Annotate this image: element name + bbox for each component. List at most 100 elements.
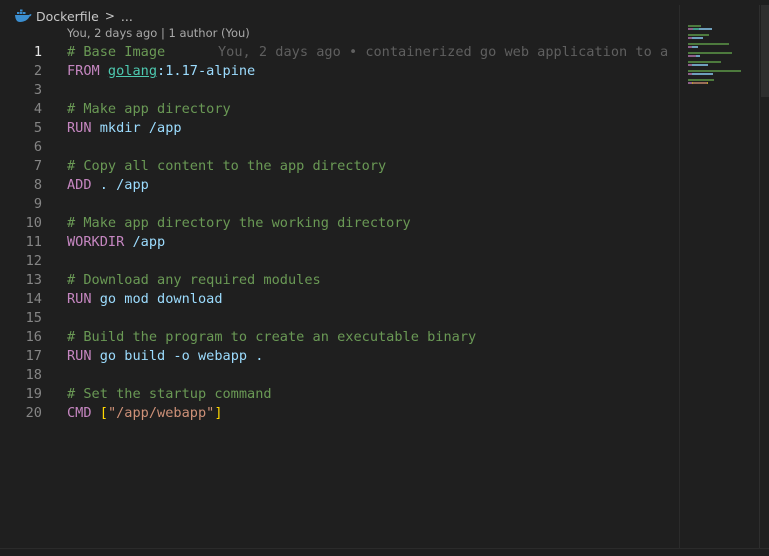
line-number: 15 (25, 310, 42, 326)
code-line[interactable]: 13 # Download any required modules (0, 271, 678, 290)
line-number: 9 (33, 196, 42, 212)
code-token: go build -o webapp . (99, 348, 264, 364)
minimap-line (688, 61, 721, 63)
line-number: 16 (25, 329, 42, 345)
minimap-line (688, 52, 732, 54)
minimap-line (688, 79, 714, 81)
code-line[interactable]: 6 (0, 138, 678, 157)
line-code[interactable]: RUN go mod download (67, 290, 223, 309)
line-code[interactable]: ADD . /app (67, 176, 149, 195)
minimap-line (688, 43, 729, 45)
code-token: FROM (67, 63, 108, 79)
scrollbar-thumb[interactable] (761, 5, 769, 97)
line-number: 2 (33, 63, 42, 79)
code-token: # Download any required modules (67, 272, 321, 288)
line-number: 3 (33, 82, 42, 98)
code-token: # Copy all content to the app directory (67, 158, 387, 174)
minimap-line (692, 37, 703, 39)
code-line[interactable]: 2 FROM golang:1.17-alpine (0, 62, 678, 81)
line-code[interactable]: CMD ["/app/webapp"] (67, 404, 223, 423)
code-line[interactable]: 11 WORKDIR /app (0, 233, 678, 252)
code-line[interactable]: 7 # Copy all content to the app directory (0, 157, 678, 176)
minimap-line (707, 82, 708, 84)
line-code[interactable]: # Base Image (67, 43, 165, 62)
code-line[interactable]: 10 # Make app directory the working direc… (0, 214, 678, 233)
code-token: ADD (67, 177, 100, 193)
code-line[interactable]: 18 (0, 366, 678, 385)
code-line[interactable]: 8 ADD . /app (0, 176, 678, 195)
code-editor[interactable]: 1 # Base Image You, 2 days ago • container… (0, 43, 678, 443)
code-line[interactable]: 12 (0, 252, 678, 271)
line-code[interactable]: # Copy all content to the app directory (67, 157, 386, 176)
code-line[interactable]: 3 (0, 81, 678, 100)
breadcrumb-file-name[interactable]: Dockerfile (36, 9, 99, 24)
line-number: 1 (33, 44, 42, 60)
code-token: :1.17-alpine (157, 63, 256, 79)
line-code[interactable]: RUN go build -o webapp . (67, 347, 263, 366)
minimap-line (696, 55, 700, 57)
code-line[interactable]: 1 # Base Image You, 2 days ago • container… (0, 43, 678, 62)
code-token: # Base Image (67, 44, 166, 60)
code-line[interactable]: 19 # Set the startup command (0, 385, 678, 404)
line-code[interactable]: # Make app directory the working directo… (67, 214, 411, 233)
line-number: 18 (25, 367, 42, 383)
code-line[interactable]: 16 # Build the program to create an execu… (0, 328, 678, 347)
line-number: 7 (33, 158, 42, 174)
code-token: [ (99, 405, 108, 421)
line-code[interactable]: WORKDIR /app (67, 233, 165, 252)
line-number: 19 (25, 386, 42, 402)
minimap-line (688, 55, 696, 57)
code-token: go mod download (99, 291, 223, 307)
code-line[interactable]: 9 (0, 195, 678, 214)
inline-blame-annotation: You, 2 days ago • containerized go web a… (218, 44, 669, 60)
code-token: RUN (67, 348, 100, 364)
minimap-line (688, 34, 709, 36)
code-token: WORKDIR (67, 234, 133, 250)
git-blame-codelens[interactable]: You, 2 days ago | 1 author (You) (67, 26, 250, 42)
code-token: # Set the startup command (67, 386, 272, 402)
code-token: RUN (67, 291, 100, 307)
line-code[interactable]: # Set the startup command (67, 385, 272, 404)
minimap-line (692, 46, 698, 48)
minimap-line (693, 82, 707, 84)
code-line[interactable]: 14 RUN go mod download (0, 290, 678, 309)
line-code[interactable]: # Build the program to create an executa… (67, 328, 476, 347)
tab-bar-edge (0, 0, 769, 5)
line-number: 14 (25, 291, 42, 307)
code-token: golang (107, 63, 158, 79)
vertical-scrollbar[interactable] (759, 5, 769, 548)
line-number: 17 (25, 348, 42, 364)
breadcrumb-separator: > (104, 9, 115, 23)
code-line[interactable]: 4 # Make app directory (0, 100, 678, 119)
line-code[interactable]: FROM golang:1.17-alpine (67, 62, 255, 81)
line-code[interactable]: # Make app directory (67, 100, 231, 119)
code-token: /app (132, 234, 166, 250)
code-token: mkdir /app (99, 120, 182, 136)
line-number: 11 (25, 234, 42, 250)
code-line[interactable]: 15 (0, 309, 678, 328)
line-number: 20 (25, 405, 42, 421)
minimap-line (699, 28, 712, 30)
docker-whale-icon (14, 9, 32, 23)
code-token: # Make app directory the working directo… (67, 215, 411, 231)
breadcrumb-ellipsis[interactable]: ... (121, 9, 133, 24)
minimap-line (692, 73, 713, 75)
line-code[interactable]: # Download any required modules (67, 271, 321, 290)
minimap-line (692, 64, 708, 66)
code-token: ] (214, 405, 223, 421)
minimap-line (688, 25, 701, 27)
code-line[interactable]: 20 CMD ["/app/webapp"] (0, 404, 678, 423)
line-number: 6 (33, 139, 42, 155)
code-token: CMD (67, 405, 100, 421)
code-line[interactable]: 5 RUN mkdir /app (0, 119, 678, 138)
code-token: # Build the program to create an executa… (67, 329, 477, 345)
code-line[interactable]: 17 RUN go build -o webapp . (0, 347, 678, 366)
minimap-line (688, 70, 741, 72)
code-token: . /app (99, 177, 149, 193)
code-token: # Make app directory (67, 101, 231, 117)
code-token: "/app/webapp" (107, 405, 215, 421)
code-token: RUN (67, 120, 100, 136)
line-code[interactable]: RUN mkdir /app (67, 119, 182, 138)
minimap[interactable] (679, 5, 759, 548)
line-number: 13 (25, 272, 42, 288)
